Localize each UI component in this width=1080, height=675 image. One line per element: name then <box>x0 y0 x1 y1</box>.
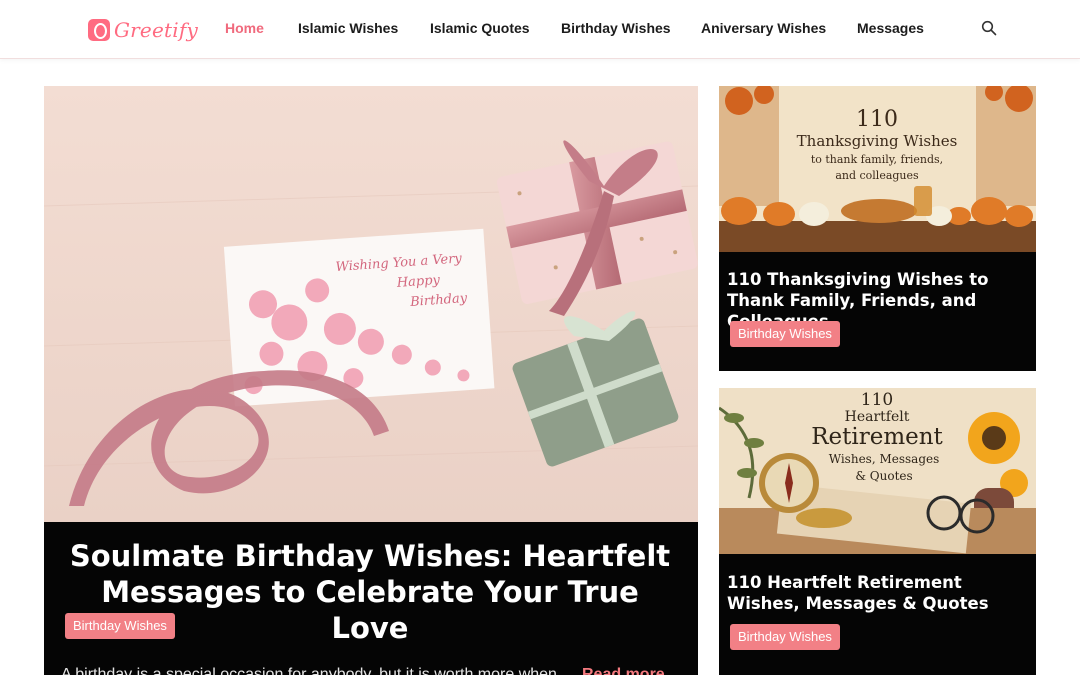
side-post-category-badge[interactable]: Birthday Wishes <box>730 321 840 347</box>
nav-islamic-wishes[interactable]: Islamic Wishes <box>298 20 398 36</box>
site-logo[interactable]: Greetify <box>88 16 198 43</box>
featured-category-badge[interactable]: Birthday Wishes <box>65 613 175 639</box>
thanksgiving-image-line-1: 110 <box>856 107 898 132</box>
read-more-link[interactable]: Read more <box>582 665 665 675</box>
retirement-image-line-4: Wishes, Messages <box>829 452 940 466</box>
logo-icon <box>88 18 110 41</box>
retirement-image-line-5: & Quotes <box>855 469 912 483</box>
side-post-category-badge[interactable]: Birthday Wishes <box>730 624 840 650</box>
logo-text: Greetify <box>114 17 198 42</box>
side-post-card[interactable]: 110 Thanksgiving Wishes to thank family,… <box>719 86 1036 371</box>
nav-birthday-wishes[interactable]: Birthday Wishes <box>561 20 671 36</box>
retirement-image-line-2: Heartfelt <box>845 409 910 425</box>
featured-image[interactable]: Wishing You a Very Happy Birthday <box>44 86 698 522</box>
nav-aniversary-wishes[interactable]: Aniversary Wishes <box>701 20 826 36</box>
side-post-title[interactable]: 110 Heartfelt Retirement Wishes, Message… <box>727 572 1032 614</box>
thanksgiving-image-line-4: and colleagues <box>835 169 919 182</box>
retirement-image-line-1: 110 <box>861 390 893 410</box>
retirement-image-line-3: Retirement <box>811 424 943 450</box>
nav-messages[interactable]: Messages <box>857 20 924 36</box>
side-post-card[interactable]: 110 Heartfelt Retirement Wishes, Message… <box>719 388 1036 675</box>
featured-post[interactable]: Wishing You a Very Happy Birthday Soulma… <box>44 86 698 675</box>
retirement-post-image[interactable]: 110 Heartfelt Retirement Wishes, Message… <box>719 388 1036 554</box>
nav-islamic-quotes[interactable]: Islamic Quotes <box>430 20 530 36</box>
thanksgiving-image-line-2: Thanksgiving Wishes <box>797 132 958 150</box>
site-header: Greetify Home Islamic Wishes Islamic Quo… <box>0 0 1080 59</box>
thanksgiving-image-line-3: to thank family, friends, <box>811 153 943 166</box>
featured-excerpt: A birthday is a special occasion for any… <box>61 666 561 675</box>
nav-home[interactable]: Home <box>225 20 264 36</box>
search-icon[interactable] <box>981 20 997 36</box>
thanksgiving-post-image[interactable]: 110 Thanksgiving Wishes to thank family,… <box>719 86 1036 252</box>
card-image-line-2: Happy <box>395 273 441 291</box>
